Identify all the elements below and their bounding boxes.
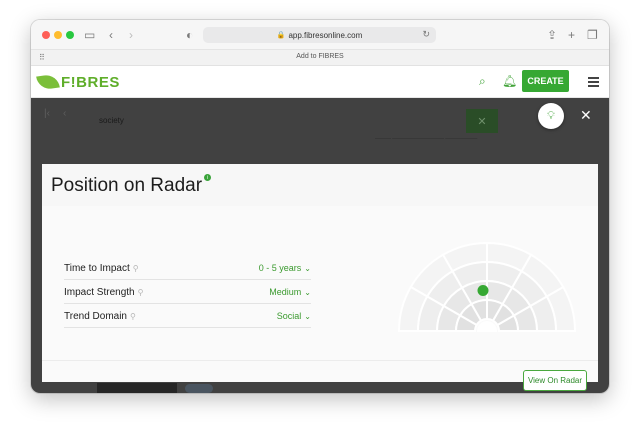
info-icon[interactable]: i (204, 174, 211, 181)
background-search-term: society (99, 116, 124, 125)
view-on-radar-button[interactable]: View On Radar (523, 370, 587, 391)
radar-position-marker (477, 285, 489, 296)
lock-icon: 🔒 (276, 32, 286, 39)
browser-window: ▭ ‹ › ◐ 🔒 app.fibresonline.com ↻ ⇪ + ❐ ⠿… (31, 20, 609, 393)
logo-text: F!BRES (61, 73, 120, 91)
zoom-window-button[interactable] (66, 31, 74, 39)
bookmarks-bar: ⠿ Add to FIBRES (31, 50, 609, 66)
modal-footer-divider (42, 360, 598, 361)
modal-header: Position on Radar i (42, 164, 598, 206)
url-text: app.fibresonline.com (288, 30, 363, 40)
background-faded-text: ———— ————————————— ———————— (375, 135, 478, 140)
share-icon[interactable]: ⇪ (547, 27, 557, 43)
pin-icon: ⚲ (132, 264, 139, 273)
bookmark-add-to-fibres[interactable]: Add to FIBRES (31, 53, 609, 60)
attribute-label: Impact Strength (64, 287, 135, 298)
close-icon[interactable]: ✕ (580, 106, 592, 124)
attribute-label: Trend Domain (64, 311, 127, 322)
plus-icon[interactable]: + (568, 27, 575, 43)
create-button[interactable]: CREATE (522, 70, 569, 92)
address-bar[interactable]: 🔒 app.fibresonline.com ↻ (203, 27, 436, 43)
tabs-overview-icon[interactable]: ❐ (587, 27, 598, 43)
first-page-icon: |‹ (44, 108, 50, 119)
reload-icon[interactable]: ↻ (422, 29, 430, 40)
attribute-row-trend-domain: Trend Domain ⚲ Social ⌄ (64, 304, 311, 328)
time-to-impact-dropdown[interactable]: 0 - 5 years ⌄ (259, 263, 311, 273)
minimize-window-button[interactable] (54, 31, 62, 39)
app-header: F!BRES ⌕ 🔔︎ CREATE (31, 66, 609, 98)
fibres-logo[interactable]: F!BRES (36, 70, 120, 94)
trend-domain-dropdown[interactable]: Social ⌄ (277, 311, 311, 321)
lightbulb-icon[interactable]: 💡︎ (538, 103, 564, 129)
chevron-right-icon[interactable]: › (129, 27, 133, 43)
close-window-button[interactable] (42, 31, 50, 39)
chevron-down-icon: ⌄ (304, 312, 311, 321)
chevron-down-icon: ⌄ (304, 288, 311, 297)
impact-strength-dropdown[interactable]: Medium ⌄ (269, 287, 311, 297)
stage: ▭ ‹ › ◐ 🔒 app.fibresonline.com ↻ ⇪ + ❐ ⠿… (0, 0, 640, 434)
chevron-down-icon: ⌄ (304, 264, 311, 273)
attribute-label: Time to Impact (64, 263, 130, 274)
search-icon[interactable]: ⌕ (479, 74, 486, 89)
modal-backdrop: |‹ ‹ society ✕ ———— ————————————— ——————… (31, 98, 609, 393)
attribute-row-time-to-impact: Time to Impact ⚲ 0 - 5 years ⌄ (64, 256, 311, 280)
modal-title: Position on Radar (51, 175, 203, 196)
leaf-logo-icon (36, 73, 60, 91)
browser-titlebar: ▭ ‹ › ◐ 🔒 app.fibresonline.com ↻ ⇪ + ❐ (31, 20, 609, 50)
chevron-left-icon[interactable]: ‹ (109, 27, 113, 43)
radar-preview (398, 242, 576, 332)
previous-icon: ‹ (63, 108, 67, 119)
sidebar-toggle-icon[interactable]: ▭ (84, 27, 95, 43)
radar-hub (477, 321, 497, 332)
attribute-row-impact-strength: Impact Strength ⚲ Medium ⌄ (64, 280, 311, 304)
bell-icon[interactable]: 🔔︎ (502, 74, 517, 88)
shield-icon[interactable]: ◐ (186, 27, 193, 43)
background-close-icon: ✕ (466, 109, 498, 133)
position-on-radar-modal: Position on Radar i Time to Impact ⚲ 0 - … (42, 164, 598, 391)
hamburger-menu-icon[interactable] (588, 77, 599, 87)
background-image-thumbnail (97, 383, 177, 393)
background-pill (185, 384, 213, 393)
pin-icon: ⚲ (130, 312, 136, 321)
pin-icon: ⚲ (137, 288, 144, 297)
